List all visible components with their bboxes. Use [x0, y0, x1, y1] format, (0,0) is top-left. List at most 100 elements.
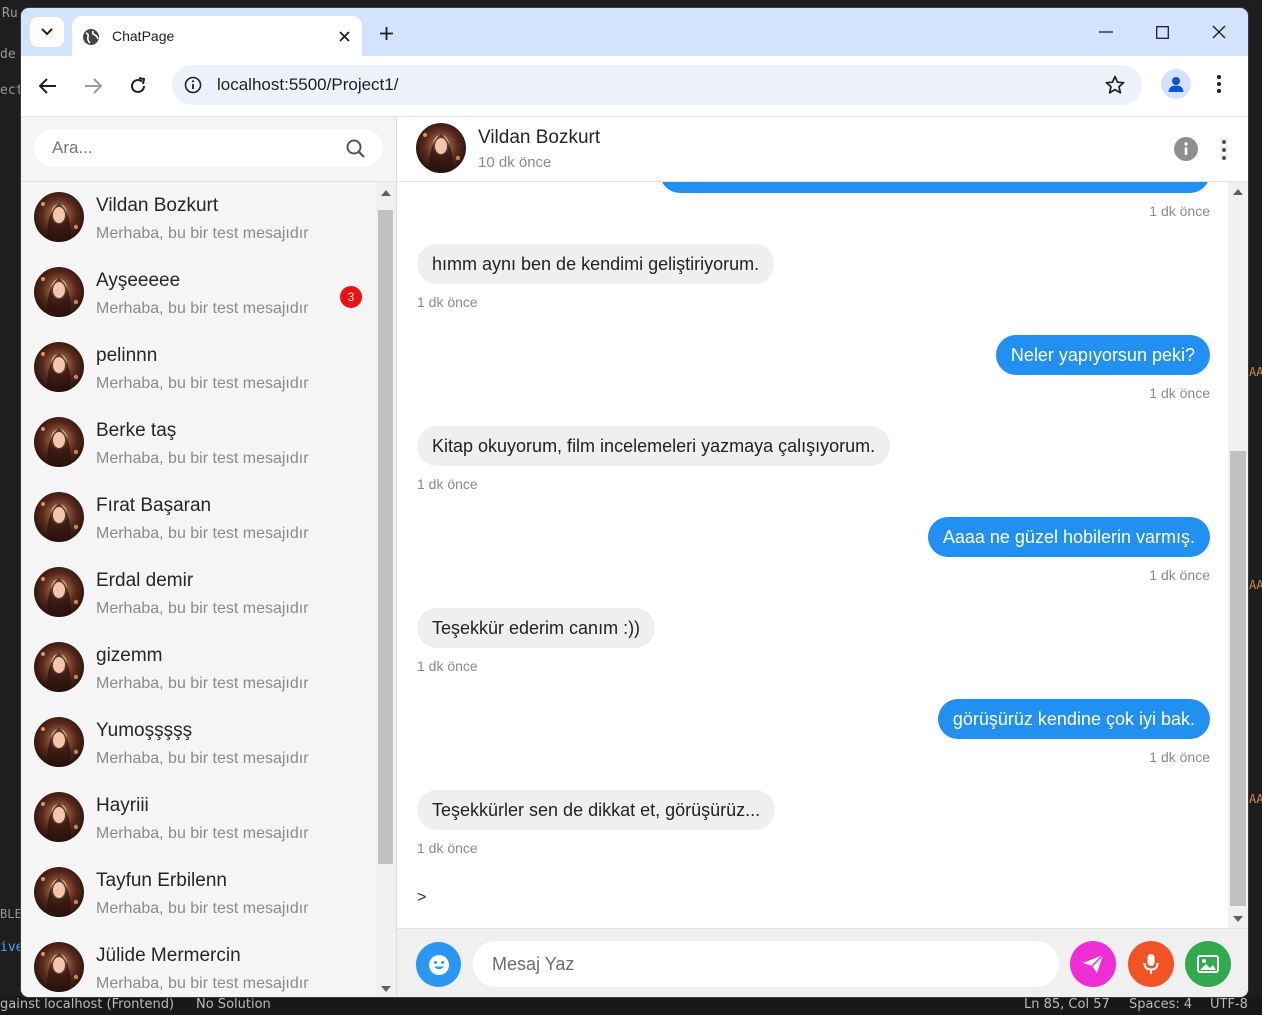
incoming-message: Teşekkür ederim canım :)) [417, 608, 656, 648]
browser-menu-button[interactable] [1209, 71, 1229, 97]
browser-titlebar: ChatPage [21, 8, 1248, 56]
new-tab-button[interactable] [373, 20, 399, 46]
avatar [34, 342, 84, 392]
scroll-down-icon[interactable] [1233, 916, 1243, 922]
info-button[interactable] [1174, 137, 1198, 161]
site-info-icon[interactable] [184, 76, 202, 94]
message-input[interactable] [492, 941, 1042, 987]
plus-icon [379, 26, 393, 40]
avatar-image [34, 792, 84, 842]
avatar-image [34, 942, 84, 992]
contact-item[interactable]: Jülide Mermercin Merhaba, bu bir test mes… [21, 932, 376, 997]
microphone-icon [1143, 954, 1159, 974]
contact-item[interactable]: Yumoşşşşş Merhaba, bu bir test mesajıdır [21, 707, 376, 782]
address-url[interactable]: localhost:5500/Project1/ [217, 75, 398, 95]
voice-record-button[interactable] [1128, 941, 1174, 987]
contact-item[interactable]: Berke taş Merhaba, bu bir test mesajıdır [21, 407, 376, 482]
contact-item[interactable]: Vildan Bozkurt Merhaba, bu bir test mesaj… [21, 182, 376, 257]
avatar-image [34, 342, 84, 392]
contact-name: Vildan Bozkurt [96, 195, 219, 216]
maximize-icon [1155, 25, 1169, 39]
avatar [34, 192, 84, 242]
forward-button[interactable] [79, 72, 107, 100]
outgoing-message: görüşürüz kendine çok iyi bak. [937, 699, 1210, 739]
bg-status-solution: No Solution [196, 997, 271, 1012]
unread-badge: 3 [340, 286, 362, 308]
scrollbar-thumb[interactable] [1230, 451, 1246, 906]
bg-editor-text-2: de [0, 47, 16, 62]
avatar [34, 942, 84, 992]
bg-editor-accent-2: AA [1249, 578, 1262, 592]
contact-name: Fırat Başaran [96, 495, 212, 516]
page-viewport: Vildan Bozkurt Merhaba, bu bir test mesaj… [21, 116, 1248, 997]
globe-icon [83, 29, 99, 45]
message-timestamp: 1 dk önce [417, 294, 478, 310]
avatar [34, 792, 84, 842]
contact-last-message: Merhaba, bu bir test mesajıdır [96, 300, 309, 317]
contact-last-message: Merhaba, bu bir test mesajıdır [96, 525, 309, 542]
person-icon [1168, 77, 1184, 92]
tab-close-button[interactable] [334, 26, 354, 46]
image-upload-button[interactable] [1185, 941, 1231, 987]
maximize-button[interactable] [1147, 18, 1177, 46]
outgoing-message: Neler yapıyorsun peki? [995, 335, 1210, 375]
scroll-down-icon[interactable] [381, 986, 391, 992]
close-icon [1212, 25, 1226, 39]
contact-item[interactable]: Hayriii Merhaba, bu bir test mesajıdır [21, 782, 376, 857]
search-icon[interactable] [346, 139, 365, 158]
chat-contact-name: Vildan Bozkurt [478, 127, 601, 148]
emoji-button[interactable] [416, 942, 461, 987]
contact-last-message: Merhaba, bu bir test mesajıdır [96, 825, 309, 842]
bookmark-star-icon[interactable] [1105, 75, 1125, 95]
scrollbar-thumb[interactable] [378, 210, 393, 864]
contact-name: gizemm [96, 645, 163, 666]
sidebar-scrollbar[interactable] [376, 182, 396, 997]
browser-tab[interactable]: ChatPage [72, 16, 362, 56]
chat-menu-button[interactable] [1216, 137, 1232, 163]
bg-editor-text-4: BLE [0, 907, 22, 921]
search-area [21, 117, 396, 182]
contact-item[interactable]: Tayfun Erbilenn Merhaba, bu bir test mesa… [21, 857, 376, 932]
chat-panel: Vildan Bozkurt 10 dk önce > 1 dk önce hım… [397, 117, 1248, 997]
avatar-image [34, 417, 84, 467]
contact-item[interactable]: Ayşeeeee Merhaba, bu bir test mesajıdır 3 [21, 257, 376, 332]
contact-name: Tayfun Erbilenn [96, 870, 227, 891]
contact-last-message: Merhaba, bu bir test mesajıdır [96, 450, 309, 467]
minimize-icon [1099, 31, 1113, 33]
scroll-up-icon[interactable] [1233, 189, 1243, 195]
avatar[interactable] [416, 123, 466, 173]
contact-last-message: Merhaba, bu bir test mesajıdır [96, 975, 309, 992]
avatar [34, 867, 84, 917]
tab-search-button[interactable] [30, 17, 64, 47]
chat-scrollbar[interactable] [1228, 181, 1248, 928]
scroll-up-icon[interactable] [381, 190, 391, 196]
reload-button[interactable] [124, 72, 152, 100]
search-input[interactable] [52, 129, 342, 167]
image-icon [1197, 955, 1219, 973]
chevron-down-icon [41, 28, 53, 36]
incoming-message: Teşekkürler sen de dikkat et, görüşürüz.… [417, 790, 776, 830]
profile-button[interactable] [1161, 69, 1191, 99]
window-close-button[interactable] [1204, 18, 1234, 46]
avatar-image [34, 642, 84, 692]
contact-item[interactable]: gizemm Merhaba, bu bir test mesajıdır [21, 632, 376, 707]
incoming-message: Kitap okuyorum, film incelemeleri yazmay… [417, 426, 891, 466]
contact-item[interactable]: Fırat Başaran Merhaba, bu bir test mesajı… [21, 482, 376, 557]
contact-item[interactable]: pelinnn Merhaba, bu bir test mesajıdır [21, 332, 376, 407]
address-bar[interactable]: localhost:5500/Project1/ [172, 65, 1142, 105]
send-button[interactable] [1070, 941, 1116, 987]
bg-editor-text-1: Ru [2, 6, 18, 21]
avatar [34, 492, 84, 542]
contact-name: Hayriii [96, 795, 149, 816]
back-button[interactable] [34, 72, 62, 100]
minimize-button[interactable] [1091, 18, 1121, 46]
bg-editor-accent-3: AA [1249, 792, 1262, 806]
message-timestamp: 1 dk önce [417, 658, 478, 674]
outgoing-message: Aaaa ne güzel hobilerin varmış. [927, 517, 1210, 557]
avatar-image [34, 567, 84, 617]
contact-item[interactable]: Erdal demir Merhaba, bu bir test mesajıdı… [21, 557, 376, 632]
chat-header: Vildan Bozkurt 10 dk önce [397, 117, 1248, 182]
contact-name: Yumoşşşşş [96, 720, 193, 741]
smiley-icon [428, 954, 449, 975]
contact-name: Jülide Mermercin [96, 945, 241, 966]
